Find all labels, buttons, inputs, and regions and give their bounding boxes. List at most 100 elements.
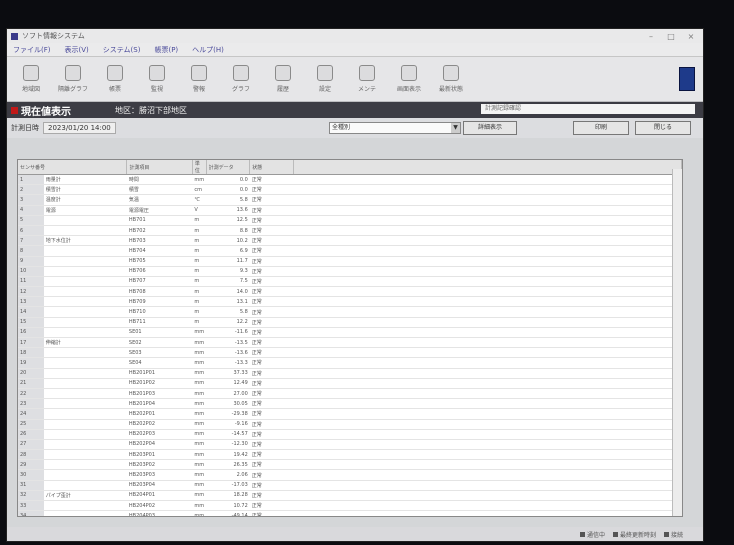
table-row[interactable]: 11 HB707 m 7.5 正常 [18, 276, 682, 288]
empty-cell [293, 296, 682, 308]
table-row[interactable]: 16 SE01 mm -11.6 正常 [18, 327, 682, 339]
maximize-button[interactable]: □ [663, 32, 679, 41]
sensor-name-cell: パイプ歪計 [43, 490, 127, 502]
detail-button[interactable]: 詳細表示 [463, 121, 517, 135]
table-row[interactable]: 27 HB202P04 mm -12.30 正常 [18, 439, 682, 451]
toolbar-button[interactable]: 監視 [137, 60, 177, 98]
table-row[interactable]: 34 HB204P03 mm -49.14 正常 [18, 510, 682, 516]
sensor-id-cell: 26 [18, 429, 44, 440]
status-indicator-icon [11, 106, 18, 114]
value-cell: -13.3 [206, 357, 250, 369]
table-row[interactable]: 7 地下水位計 HB703 m 10.2 正常 [18, 235, 682, 247]
table-row[interactable]: 17 伸縮計 SE02 mm -13.5 正常 [18, 337, 682, 349]
sensor-id-cell: 30 [18, 469, 44, 481]
table-row[interactable]: 5 HB701 m 12.5 正常 [18, 215, 682, 226]
close-window-button[interactable]: × [683, 32, 699, 41]
empty-cell [293, 378, 682, 389]
sensor-name-cell [43, 469, 127, 481]
table-row[interactable]: 2 積雪計 積雪 cm 0.0 正常 [18, 184, 682, 196]
table-row[interactable]: 8 HB704 m 6.9 正常 [18, 245, 682, 257]
table-row[interactable]: 20 HB201P01 mm 37.33 正常 [18, 368, 682, 379]
filter-select[interactable]: 全種別 ▼ [329, 122, 461, 134]
datetime-field[interactable]: 2023/01/20 14:00 [43, 122, 116, 134]
table-row[interactable]: 14 HB710 m 5.8 正常 [18, 306, 682, 318]
col-sensor-no[interactable]: センサ番号 [18, 160, 128, 175]
empty-cell [293, 286, 682, 298]
table-row[interactable]: 24 HB202P01 mm -29.38 正常 [18, 408, 682, 420]
unit-cell: m [192, 245, 207, 257]
item-cell: SE01 [126, 327, 193, 339]
menu-file[interactable]: ファイル(F) [13, 45, 51, 55]
table-row[interactable]: 3 温度計 気温 ℃ 5.8 正常 [18, 194, 682, 206]
close-button[interactable]: 閉じる [635, 121, 691, 135]
toolbar-button[interactable]: 警報 [179, 60, 219, 98]
sensor-name-cell [43, 225, 127, 237]
col-status[interactable]: 状態 [249, 160, 294, 175]
toolbar-button[interactable]: メンテ [347, 60, 387, 98]
menu-view[interactable]: 表示(V) [65, 45, 89, 55]
table-row[interactable]: 33 HB204P02 mm 10.72 正常 [18, 500, 682, 512]
sensor-id-cell: 32 [18, 490, 44, 502]
table-row[interactable]: 18 SE03 mm -13.6 正常 [18, 347, 682, 359]
table-row[interactable]: 15 HB711 m 12.2 正常 [18, 317, 682, 328]
table-row[interactable]: 21 HB201P02 mm 12.49 正常 [18, 378, 682, 389]
page-title: 現在値表示 [21, 106, 71, 118]
col-value[interactable]: 計測データ [206, 160, 251, 175]
manual-book-icon[interactable] [679, 67, 695, 91]
chevron-down-icon[interactable]: ▼ [451, 123, 460, 133]
table-row[interactable]: 19 SE04 mm -13.3 正常 [18, 357, 682, 369]
empty-cell [293, 256, 682, 267]
toolbar-label: 履歴 [276, 86, 289, 93]
value-cell: -12.30 [206, 439, 250, 451]
col-unit[interactable]: 単位 [192, 160, 207, 175]
toolbar-button[interactable]: 隔離グラフ [53, 60, 93, 98]
table-row[interactable]: 6 HB702 m 8.8 正常 [18, 225, 682, 237]
table-row[interactable]: 22 HB201P03 mm 27.00 正常 [18, 388, 682, 400]
table-row[interactable]: 12 HB708 m 14.0 正常 [18, 286, 682, 298]
table-row[interactable]: 23 HB201P04 mm 30.05 正常 [18, 398, 682, 410]
col-item[interactable]: 計測項目 [126, 160, 193, 175]
window-title: ソフト情報システム [22, 32, 85, 40]
status-cell: 正常 [249, 469, 294, 481]
table-row[interactable]: 28 HB203P01 mm 19.42 正常 [18, 449, 682, 461]
empty-cell [293, 184, 682, 196]
table-row[interactable]: 30 HB203P03 mm 2.06 正常 [18, 469, 682, 481]
toolbar-button[interactable]: 最新状態 [431, 60, 471, 98]
unit-cell: mm [192, 357, 207, 369]
menu-system[interactable]: システム(S) [103, 45, 141, 55]
table-row[interactable]: 31 HB203P04 mm -17.03 正常 [18, 480, 682, 491]
empty-cell [293, 337, 682, 349]
vertical-scrollbar[interactable] [672, 169, 682, 516]
sensor-name-cell: 雨量計 [43, 174, 127, 186]
toolbar-button[interactable]: グラフ [221, 60, 261, 98]
sensor-name-cell: 温度計 [43, 194, 127, 206]
table-row[interactable]: 29 HB203P02 mm 26.35 正常 [18, 459, 682, 471]
status-item: 接続 [663, 530, 683, 539]
toolbar-button[interactable]: 設定 [305, 60, 345, 98]
sensor-name-cell [43, 276, 127, 288]
toolbar-button[interactable]: 画面表示 [389, 60, 429, 98]
table-row[interactable]: 1 雨量計 時間 mm 0.0 正常 [18, 174, 682, 186]
sensor-name-cell [43, 429, 127, 440]
sensor-name-cell [43, 398, 127, 410]
toolbar-button[interactable]: 地域図 [11, 60, 51, 98]
filter-value: 全種別 [332, 124, 351, 131]
sensor-id-cell: 20 [18, 368, 44, 379]
table-row[interactable]: 26 HB202P03 mm -14.57 正常 [18, 429, 682, 440]
status-cell: 正常 [249, 276, 294, 288]
menu-help[interactable]: ヘルプ(H) [192, 45, 224, 55]
table-row[interactable]: 25 HB202P02 mm -9.16 正常 [18, 419, 682, 430]
sensor-id-cell: 29 [18, 459, 44, 471]
print-button[interactable]: 印刷 [573, 121, 629, 135]
table-row[interactable]: 10 HB706 m 9.3 正常 [18, 266, 682, 277]
table-row[interactable]: 32 パイプ歪計 HB204P01 mm 18.28 正常 [18, 490, 682, 502]
menu-report[interactable]: 帳票(P) [154, 45, 178, 55]
table-row[interactable]: 4 電源 電源電圧 V 13.6 正常 [18, 205, 682, 216]
toolbar-button[interactable]: 帳票 [95, 60, 135, 98]
table-row[interactable]: 13 HB709 m 13.1 正常 [18, 296, 682, 308]
empty-cell [293, 490, 682, 502]
minimize-button[interactable]: – [643, 32, 659, 41]
table-row[interactable]: 9 HB705 m 11.7 正常 [18, 256, 682, 267]
item-cell: HB709 [126, 296, 193, 308]
toolbar-button[interactable]: 履歴 [263, 60, 303, 98]
